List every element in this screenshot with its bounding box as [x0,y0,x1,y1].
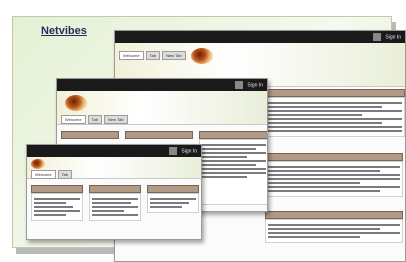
tab-3[interactable]: New Tab [162,51,186,60]
tab-2[interactable]: Tab [57,170,73,179]
user-icon [373,33,382,41]
widget-title[interactable] [265,211,403,219]
flower-icon [191,48,213,64]
tab-bar: Welcome Tab New Tab [61,115,128,124]
screenshot-small: Sign In Welcome Tab [26,144,202,240]
tab-welcome[interactable]: Welcome [119,51,144,60]
page-header: Welcome Tab [27,157,201,179]
widget-title[interactable] [265,153,403,161]
widget [199,131,267,205]
top-bar: Sign In [27,145,201,157]
widget [31,185,83,221]
tab-welcome[interactable]: Welcome [31,170,56,179]
tab-2[interactable]: Tab [145,51,161,60]
tab-welcome[interactable]: Welcome [61,115,86,124]
widget-row-lower [265,153,403,197]
top-links: Sign In [232,81,263,89]
top-links: Sign In [370,33,401,41]
user-icon [169,147,178,155]
sign-in-link[interactable]: Sign In [385,34,401,40]
widget [265,211,403,243]
brand-logo[interactable]: Netvibes [41,25,87,37]
widget-body [199,139,267,205]
widget [147,185,199,221]
widget-body [31,193,83,221]
widget [89,185,141,221]
widget-body [89,193,141,221]
flower-icon [65,95,87,111]
tab-bar: Welcome Tab New Tab [119,51,186,60]
widget-title[interactable] [125,131,193,139]
tab-2[interactable]: Tab [87,115,103,124]
widget-title[interactable] [89,185,141,193]
widget-body [265,219,403,243]
flower-icon [31,159,45,169]
widget-title[interactable] [61,131,119,139]
top-bar: Sign In [57,79,267,91]
top-bar: Sign In [115,31,405,43]
widget [265,89,405,137]
user-icon [235,81,244,89]
widget-body [265,97,405,137]
widget-body [147,193,199,213]
page-header: Welcome Tab New Tab [57,91,267,125]
tab-3[interactable]: New Tab [104,115,128,124]
widget-title[interactable] [31,185,83,193]
widget-title[interactable] [265,89,405,97]
widget-title[interactable] [147,185,199,193]
widget-row [31,185,199,221]
widget-row-bottom [265,211,403,243]
widget [265,153,403,197]
widget-body [265,161,403,197]
top-links: Sign In [166,147,197,155]
sign-in-link[interactable]: Sign In [181,148,197,154]
tab-bar: Welcome Tab [31,170,73,179]
widget-title[interactable] [199,131,267,139]
sign-in-link[interactable]: Sign In [247,82,263,88]
